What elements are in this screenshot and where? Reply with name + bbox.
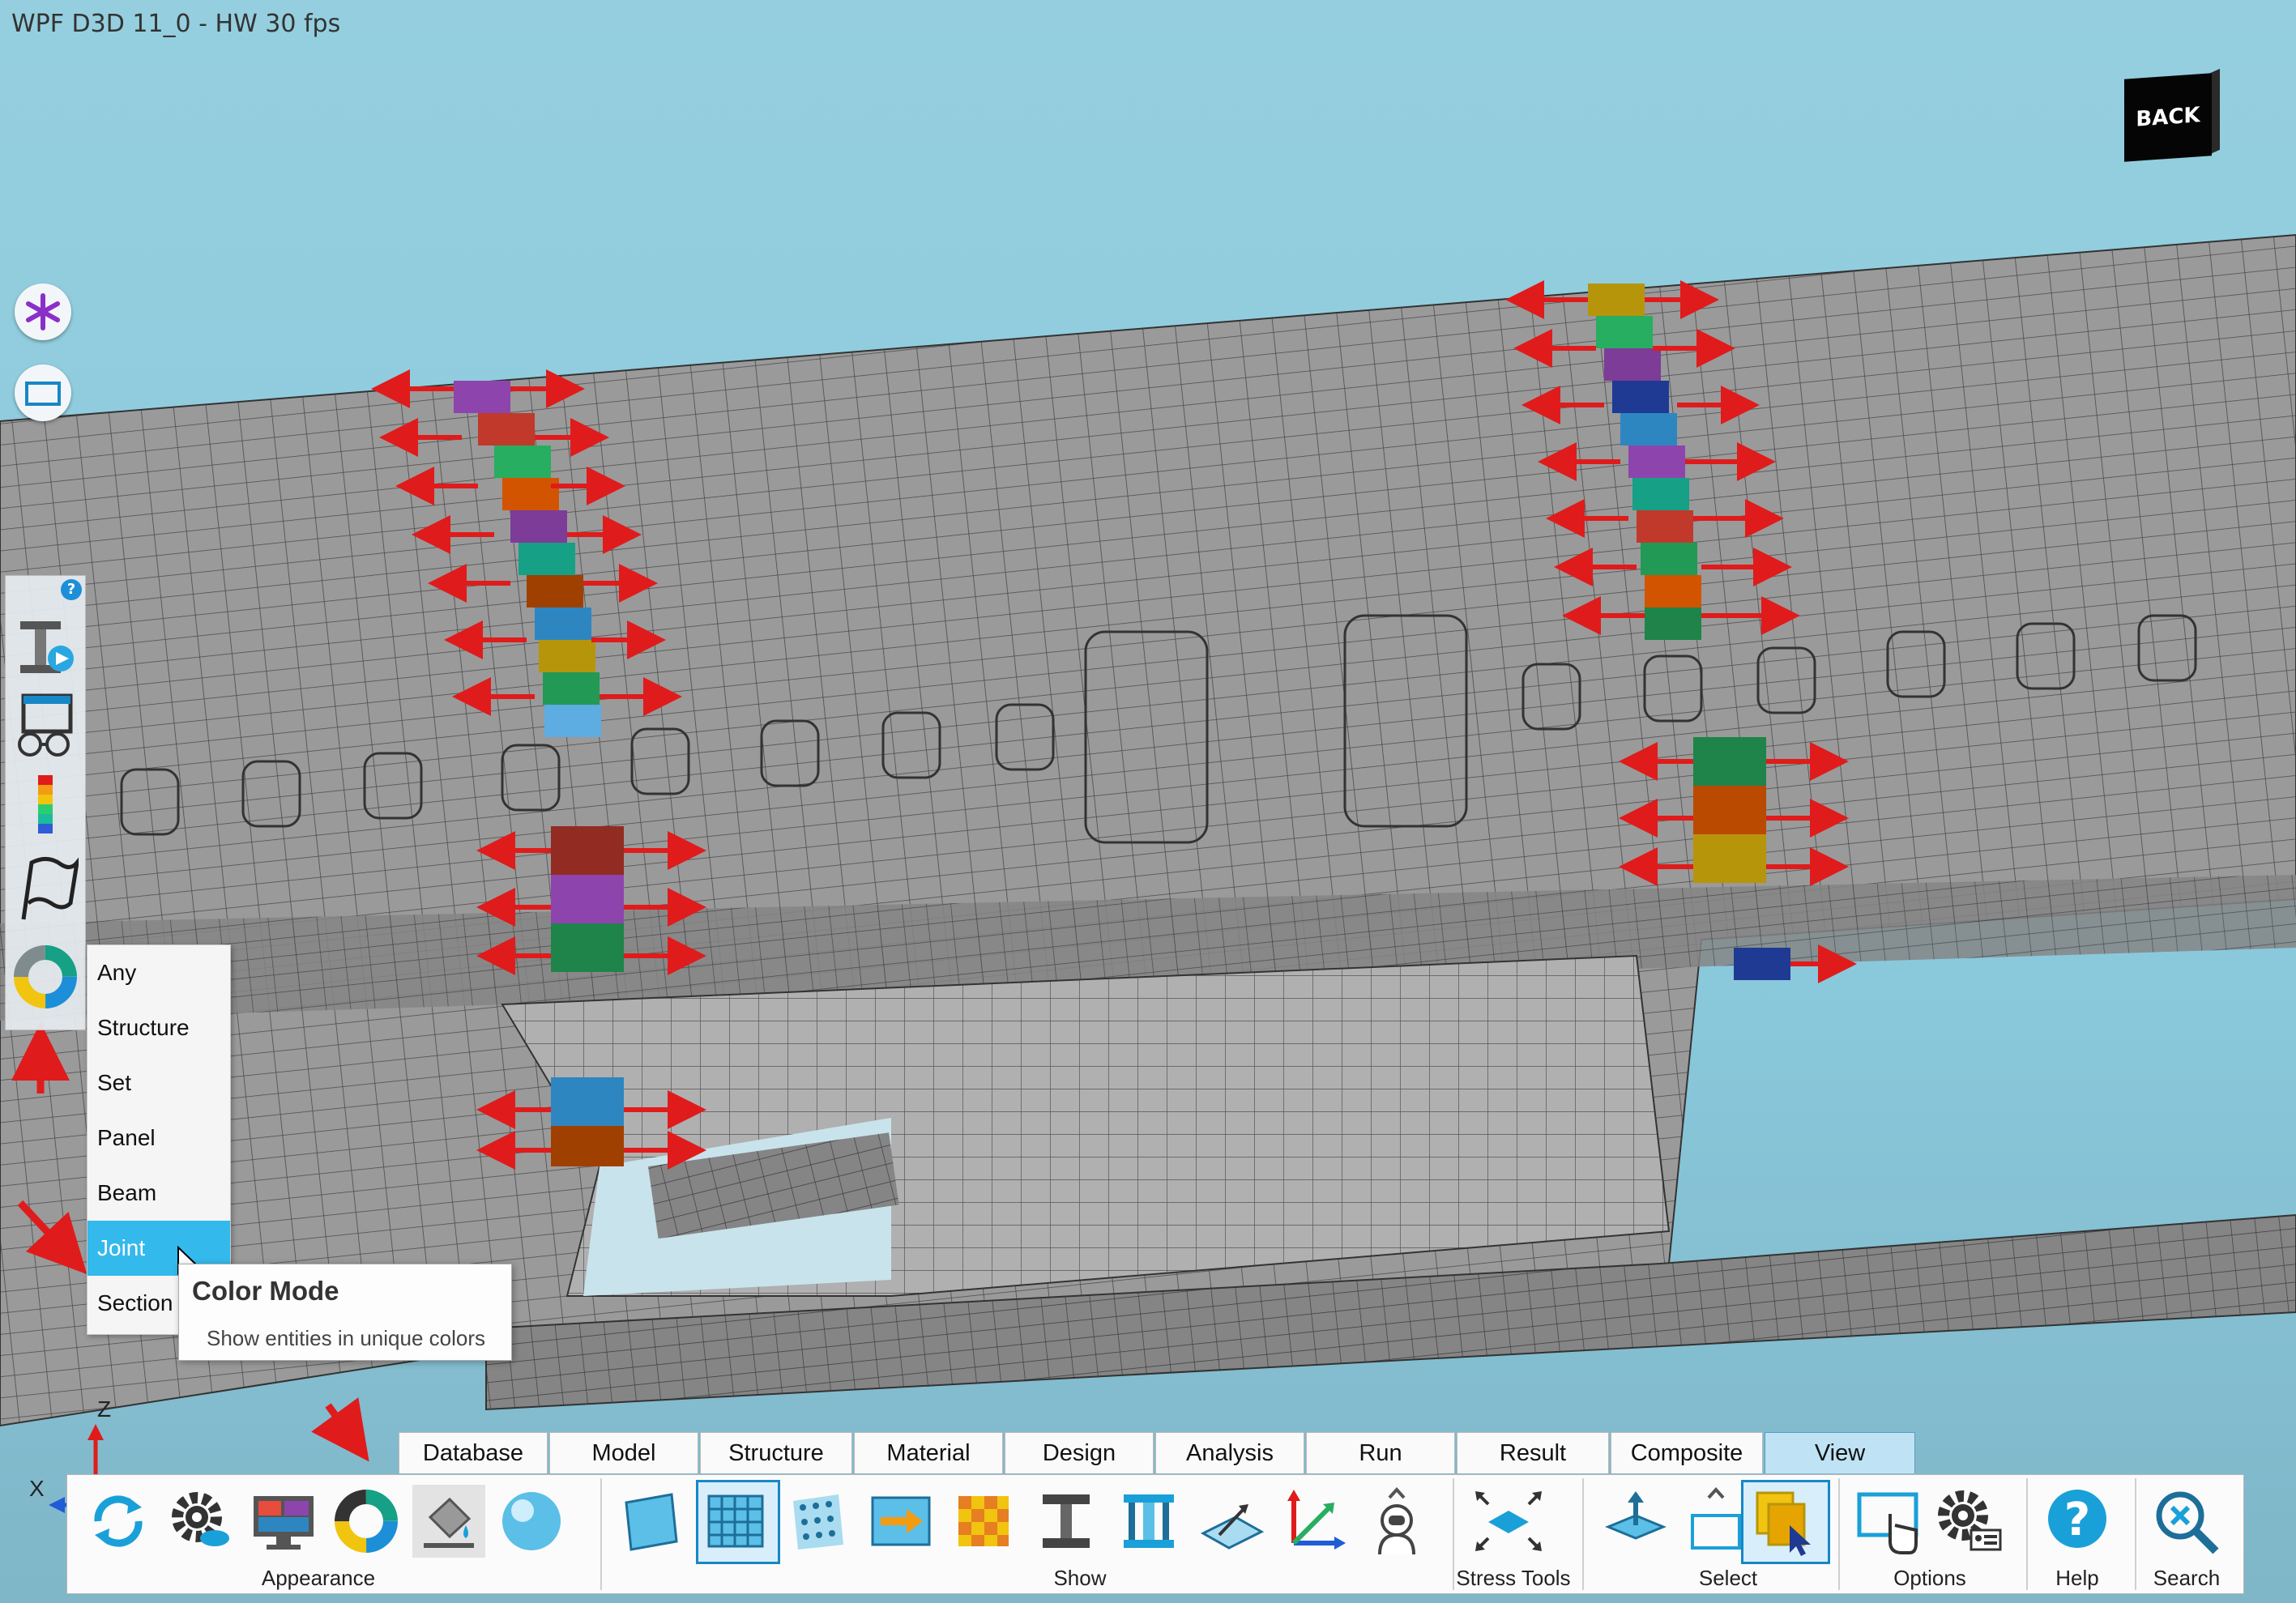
tab-design[interactable]: Design (1005, 1432, 1154, 1473)
sphere-shading-icon[interactable] (495, 1485, 568, 1558)
axis-x-label: X (29, 1476, 45, 1501)
tooltip-title: Color Mode (192, 1276, 339, 1306)
flag-button[interactable] (12, 851, 80, 924)
rectangle-select-icon (25, 382, 61, 406)
section-beam-play-button[interactable] (12, 608, 79, 681)
tab-analysis[interactable]: Analysis (1155, 1432, 1304, 1473)
ribbon-separator (600, 1478, 602, 1590)
ribbon-tabs: Database Model Structure Material Design… (399, 1432, 1917, 1474)
monitor-display-icon[interactable] (247, 1485, 320, 1558)
3d-viewport[interactable] (0, 0, 2296, 1603)
panel-surface-icon[interactable] (615, 1485, 688, 1558)
tooltip-description: Show entities in unique colors (207, 1326, 485, 1350)
tab-material[interactable]: Material (854, 1432, 1003, 1473)
color-mode-tooltip: Color Mode Show entities in unique color… (178, 1264, 512, 1361)
menu-item-any[interactable]: Any (87, 945, 230, 1000)
select-plane-icon[interactable] (1598, 1485, 1671, 1558)
mesh-grid-icon[interactable] (699, 1485, 772, 1558)
select-pick-icon[interactable] (1746, 1485, 1819, 1558)
tab-run[interactable]: Run (1306, 1432, 1455, 1473)
ribbon-separator (2026, 1478, 2028, 1590)
color-mode-button[interactable] (12, 940, 79, 1013)
menu-item-set[interactable]: Set (87, 1055, 230, 1111)
tab-structure[interactable]: Structure (700, 1432, 852, 1473)
color-mode-icon[interactable] (330, 1485, 403, 1558)
flag-icon (21, 855, 80, 920)
asterisk-button[interactable] (15, 284, 71, 340)
side-toolbar: ? (5, 575, 86, 1030)
side-toolbar-help-icon[interactable]: ? (61, 579, 82, 600)
stress-tools-icon[interactable] (1472, 1485, 1545, 1558)
navcube-face[interactable]: BACK (2124, 73, 2212, 162)
settings-eye-icon[interactable] (164, 1485, 237, 1558)
glasses-view-icon (18, 693, 73, 757)
tab-result[interactable]: Result (1457, 1432, 1609, 1473)
coordinate-system-icon[interactable] (1278, 1485, 1351, 1558)
rectangle-select-button[interactable] (15, 365, 71, 421)
navigation-cube[interactable]: BACK (2119, 68, 2221, 164)
group-label-search: Search (2153, 1566, 2221, 1590)
svg-text:?: ? (2064, 1494, 2090, 1546)
search-icon[interactable] (2149, 1485, 2222, 1558)
settings-card-icon[interactable] (1932, 1485, 2005, 1558)
plane-axis-icon[interactable] (1195, 1485, 1268, 1558)
checker-material-icon[interactable] (947, 1485, 1020, 1558)
refresh-icon[interactable] (82, 1485, 155, 1558)
menu-item-structure[interactable]: Structure (87, 1000, 230, 1055)
group-label-show: Show (1053, 1566, 1107, 1590)
group-label-stress-tools: Stress Tools (1456, 1566, 1571, 1590)
group-label-help: Help (2055, 1566, 2099, 1590)
axis-z-label: Z (97, 1396, 112, 1422)
asterisk-icon (26, 293, 60, 330)
color-scale-button[interactable] (12, 770, 79, 843)
astronaut-view-icon[interactable] (1360, 1485, 1433, 1558)
ribbon-panel: Appearance Show Stress Tools Select Opti… (66, 1474, 2244, 1594)
tab-database[interactable]: Database (399, 1432, 548, 1473)
color-scale-icon (38, 775, 53, 833)
group-label-options: Options (1893, 1566, 1966, 1590)
beam-section-icon[interactable] (1112, 1485, 1185, 1558)
fill-bucket-icon[interactable] (412, 1485, 485, 1558)
load-arrow-icon[interactable] (864, 1485, 937, 1558)
ribbon-separator (1838, 1478, 1840, 1590)
tab-view[interactable]: View (1765, 1432, 1915, 1473)
tab-model[interactable]: Model (549, 1432, 698, 1473)
ribbon-separator (1582, 1478, 1584, 1590)
tab-composite[interactable]: Composite (1611, 1432, 1763, 1473)
touch-options-icon[interactable] (1853, 1485, 1926, 1558)
help-question-icon[interactable]: ? (2041, 1485, 2114, 1558)
menu-item-beam[interactable]: Beam (87, 1166, 230, 1221)
glasses-view-button[interactable] (12, 689, 79, 762)
ribbon-separator (2135, 1478, 2136, 1590)
group-label-select: Select (1698, 1566, 1758, 1590)
group-label-appearance: Appearance (261, 1566, 376, 1590)
i-beam-icon[interactable] (1030, 1485, 1103, 1558)
window-title: WPF D3D 11_0 - HW 30 fps (11, 10, 341, 38)
menu-item-panel[interactable]: Panel (87, 1111, 230, 1166)
section-beam-play-icon (20, 621, 74, 673)
node-dots-icon[interactable] (782, 1485, 855, 1558)
color-mode-wheel-icon (14, 945, 77, 1008)
